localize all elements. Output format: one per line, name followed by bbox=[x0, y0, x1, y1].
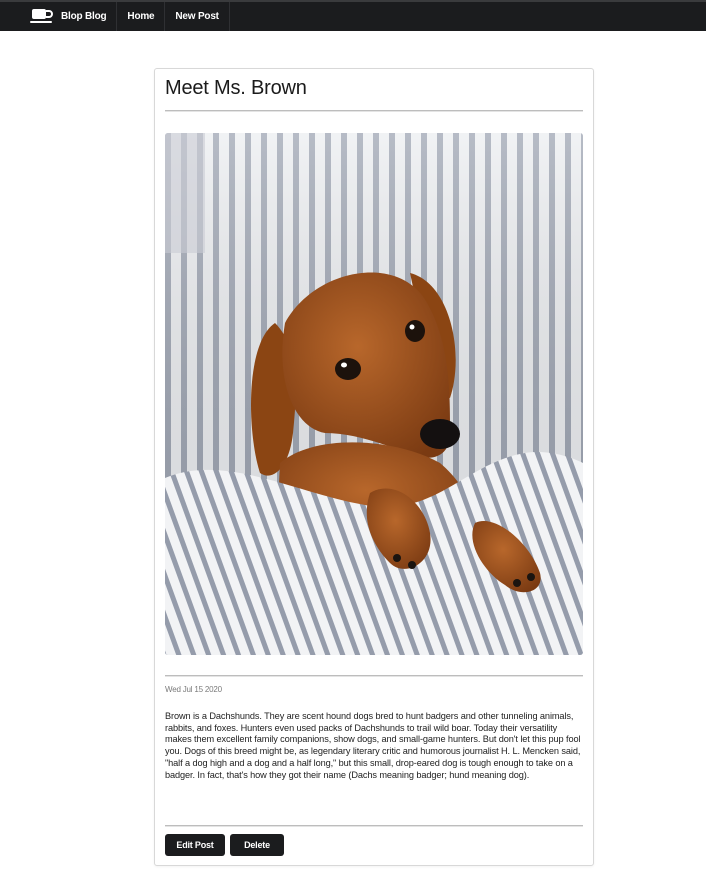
post-body: Brown is a Dachshunds. They are scent ho… bbox=[165, 711, 581, 780]
post-title: Meet Ms. Brown bbox=[165, 77, 307, 99]
post-date: Wed Jul 15 2020 bbox=[165, 685, 222, 694]
post-card: Meet Ms. Brown Wed Jul 15 2020 Brown is … bbox=[154, 68, 594, 866]
nav-new-post[interactable]: New Post bbox=[165, 2, 230, 31]
title-divider bbox=[165, 110, 583, 112]
nav-home[interactable]: Home bbox=[117, 2, 166, 31]
delete-post-button[interactable]: Delete bbox=[230, 834, 284, 856]
post-image bbox=[165, 133, 583, 655]
coffee-cup-icon bbox=[30, 8, 53, 23]
image-divider bbox=[165, 675, 583, 677]
brand-name: Blop Blog bbox=[61, 11, 107, 22]
brand-link[interactable]: Blop Blog bbox=[0, 2, 118, 31]
actions-divider bbox=[165, 825, 583, 827]
top-navbar: Blop Blog Home New Post bbox=[0, 0, 706, 31]
edit-post-button[interactable]: Edit Post bbox=[165, 834, 225, 856]
